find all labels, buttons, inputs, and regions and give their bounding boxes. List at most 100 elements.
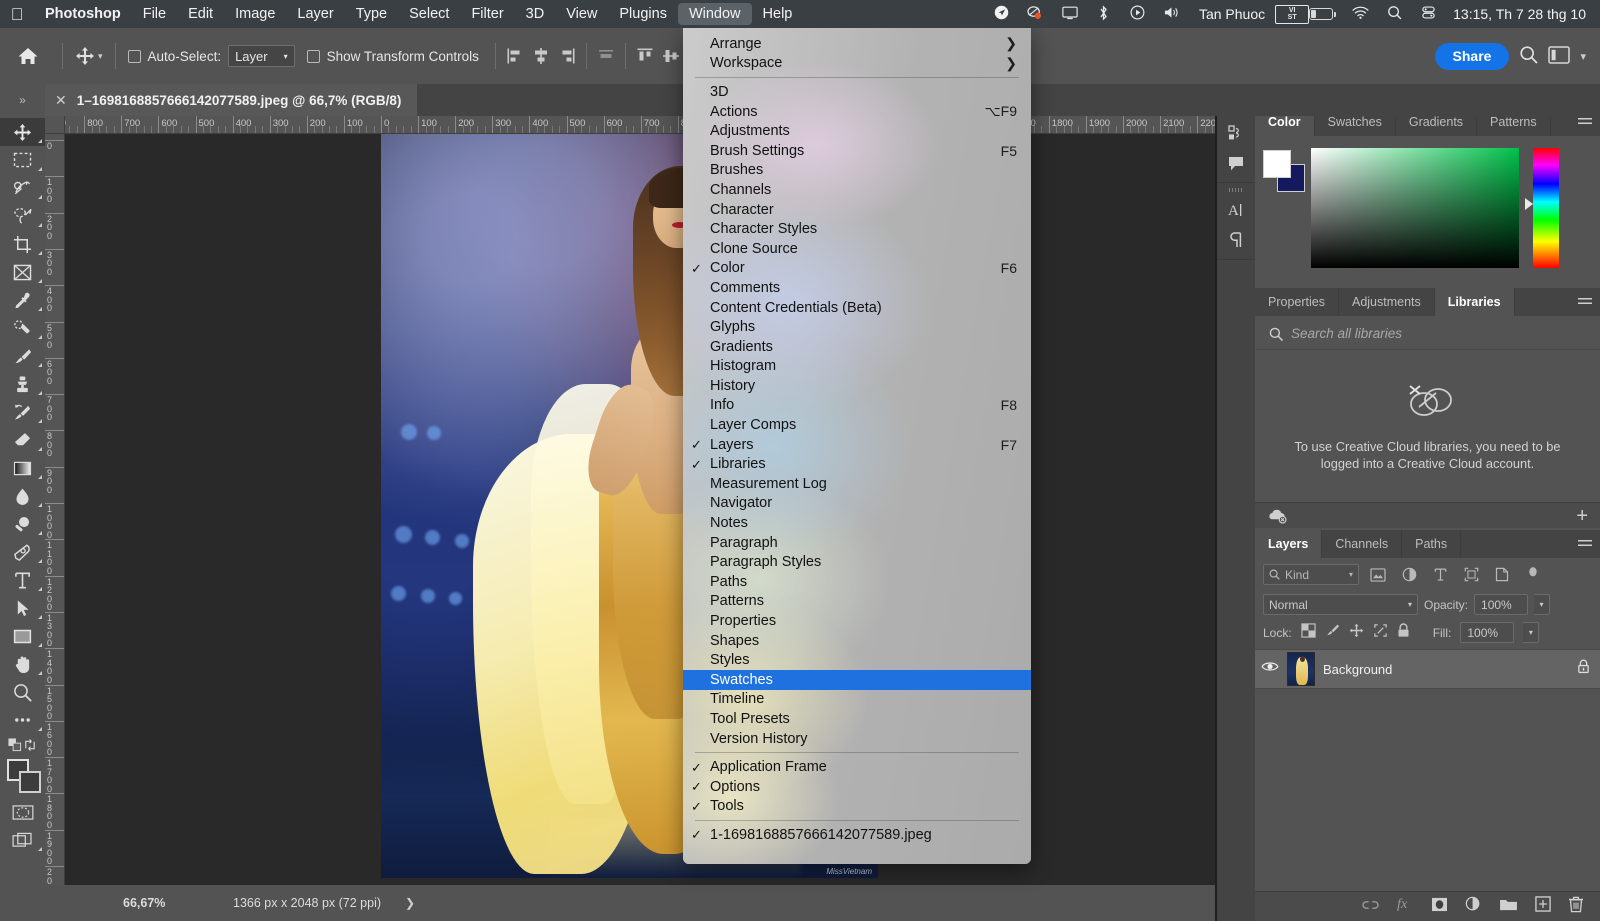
vietnamese-input-icon[interactable]: VIST [1275, 5, 1309, 24]
new-layer-icon[interactable] [1535, 896, 1551, 917]
add-layer-mask-icon[interactable] [1431, 897, 1448, 917]
libraries-panel-menu-icon[interactable] [1570, 288, 1600, 316]
search-icon[interactable] [1519, 45, 1538, 67]
window-menu-item[interactable]: Brushes [683, 161, 1031, 181]
filter-toggle-icon[interactable] [1521, 564, 1545, 585]
lock-all-icon[interactable] [1397, 623, 1410, 643]
document-dimensions[interactable]: 1366 px x 2048 px (72 ppi) [233, 896, 381, 910]
dodge-tool[interactable] [0, 510, 45, 538]
menu-select[interactable]: Select [398, 3, 460, 25]
new-group-icon[interactable] [1499, 897, 1518, 917]
rectangular-marquee-tool[interactable] [0, 146, 45, 174]
screen-recording-icon[interactable] [1019, 5, 1053, 23]
lasso-tool[interactable] [0, 202, 45, 230]
layer-comps-icon[interactable] [1217, 118, 1255, 148]
window-menu-item[interactable]: Layer Comps [683, 415, 1031, 435]
window-menu-item[interactable]: Measurement Log [683, 474, 1031, 494]
gradient-tool[interactable] [0, 454, 45, 482]
show-transform-checkbox[interactable] [307, 50, 320, 63]
hand-tool[interactable] [0, 650, 45, 678]
canvas-area[interactable]: MissVietnam [65, 134, 1215, 885]
menu-3d[interactable]: 3D [515, 3, 556, 25]
home-button[interactable] [0, 46, 56, 66]
rectangle-tool[interactable] [0, 622, 45, 650]
fill-value[interactable]: 100% [1460, 622, 1514, 643]
history-brush-tool[interactable] [0, 398, 45, 426]
align-left-edges-icon[interactable] [502, 43, 528, 69]
lock-transparent-pixels-icon[interactable] [1301, 623, 1316, 643]
filter-smart-objects-icon[interactable] [1490, 564, 1514, 585]
quick-mask-mode-icon[interactable] [0, 798, 45, 826]
menu-window[interactable]: Window [678, 3, 752, 25]
add-library-icon[interactable]: + [1576, 506, 1588, 526]
object-selection-tool[interactable] [0, 174, 45, 202]
menu-view[interactable]: View [555, 3, 608, 25]
character-panel-icon[interactable]: A [1217, 195, 1255, 225]
window-menu-item[interactable]: Shapes [683, 631, 1031, 651]
display-icon[interactable] [1053, 6, 1087, 23]
new-adjustment-layer-icon[interactable] [1465, 896, 1482, 917]
chevron-down-icon[interactable]: ▾ [1580, 50, 1586, 63]
window-menu-item[interactable]: Properties [683, 611, 1031, 631]
control-center-icon[interactable] [1411, 5, 1445, 23]
window-menu-item[interactable]: Character [683, 200, 1031, 220]
window-menu-item[interactable]: ✓ColorF6 [683, 259, 1031, 279]
apple-logo-icon[interactable]:  [0, 6, 34, 23]
layer-filter-kind-dropdown[interactable]: Kind ▾ [1263, 564, 1359, 585]
layer-visibility-icon[interactable] [1261, 660, 1279, 678]
window-menu-item[interactable]: Actions⌥F9 [683, 102, 1031, 122]
active-tool-indicator[interactable]: ▾ [69, 46, 109, 66]
tab-adjustments[interactable]: Adjustments [1339, 288, 1435, 316]
window-menu-item[interactable]: ✓Libraries [683, 454, 1031, 474]
window-menu-item[interactable]: Gradients [683, 337, 1031, 357]
menu-plugins[interactable]: Plugins [608, 3, 678, 25]
menu-type[interactable]: Type [345, 3, 398, 25]
auto-select-checkbox-group[interactable]: Auto-Select: Layer ▾ [122, 45, 301, 67]
tab-channels[interactable]: Channels [1322, 530, 1402, 558]
toolbar-expand-icon[interactable]: » [0, 84, 45, 116]
menu-file[interactable]: File [132, 3, 177, 25]
edit-toolbar-tool[interactable] [0, 706, 45, 734]
frame-tool[interactable] [0, 258, 45, 286]
filter-adjustment-layers-icon[interactable] [1397, 564, 1421, 585]
window-menu-item[interactable]: Paragraph [683, 533, 1031, 553]
menu-edit[interactable]: Edit [177, 3, 224, 25]
lock-artboard-nesting-icon[interactable] [1373, 623, 1388, 643]
align-vertical-centers-icon[interactable] [658, 43, 684, 69]
window-menu-item[interactable]: InfoF8 [683, 396, 1031, 416]
window-menu-item[interactable]: Paragraph Styles [683, 552, 1031, 572]
volume-icon[interactable] [1155, 5, 1189, 23]
opacity-value[interactable]: 100% [1474, 594, 1528, 615]
screen-mode-icon[interactable] [0, 826, 45, 854]
tab-paths[interactable]: Paths [1402, 530, 1461, 558]
window-menu-item[interactable]: Arrange❯ [683, 34, 1031, 54]
color-spectrum-field[interactable] [1311, 148, 1519, 268]
wifi-icon[interactable] [1343, 6, 1377, 22]
move-tool[interactable] [0, 118, 45, 146]
spot-healing-brush-tool[interactable] [0, 314, 45, 342]
window-menu-item[interactable]: Patterns [683, 592, 1031, 612]
menu-image[interactable]: Image [224, 3, 286, 25]
share-button[interactable]: Share [1435, 43, 1510, 70]
libraries-search-row[interactable]: Search all libraries [1255, 316, 1600, 350]
window-menu-item[interactable]: ✓1-1698168857666142077589.jpeg [683, 825, 1031, 845]
tab-properties[interactable]: Properties [1255, 288, 1339, 316]
window-menu-item[interactable]: Navigator [683, 494, 1031, 514]
hue-slider-pointer[interactable] [1525, 198, 1533, 210]
window-menu-item[interactable]: Content Credentials (Beta) [683, 298, 1031, 318]
menu-layer[interactable]: Layer [286, 3, 344, 25]
delete-layer-icon[interactable] [1568, 896, 1584, 918]
spotlight-search-icon[interactable] [1377, 5, 1411, 23]
zoom-level[interactable]: 66,67% [123, 896, 233, 910]
layer-row-background[interactable]: Background [1255, 649, 1600, 689]
window-menu-item[interactable]: Adjustments [683, 121, 1031, 141]
user-name[interactable]: Tan Phuoc [1189, 6, 1275, 22]
clone-stamp-tool[interactable] [0, 370, 45, 398]
add-layer-style-icon[interactable]: fx [1397, 896, 1414, 917]
drag-handle[interactable] [1217, 185, 1255, 195]
color-panel-foreground-swatch[interactable] [1263, 150, 1291, 178]
path-selection-tool[interactable] [0, 594, 45, 622]
workspace-switcher-icon[interactable] [1548, 46, 1570, 67]
eraser-tool[interactable] [0, 426, 45, 454]
auto-select-checkbox[interactable] [128, 50, 141, 63]
